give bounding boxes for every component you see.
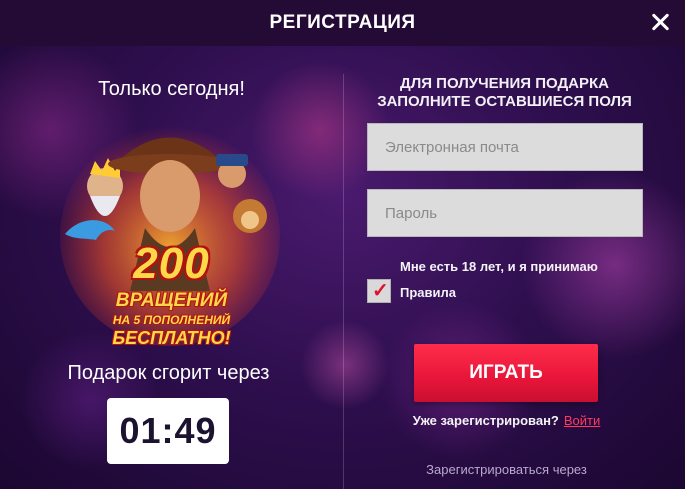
- rules-link[interactable]: Правила: [400, 285, 456, 300]
- form-title-line-2: ЗАПОЛНИТЕ ОСТАВШИЕСЯ ПОЛЯ: [377, 93, 632, 110]
- bonus-badge: 200 ВРАЩЕНИЙ НА 5 ПОПОЛНЕНИЙ БЕСПЛАТНО!: [0, 242, 343, 349]
- expires-label: Подарок сгорит через: [67, 362, 270, 384]
- already-registered-text: Уже зарегистрирован?: [412, 413, 559, 428]
- checkmark-icon: ✓: [372, 280, 389, 302]
- already-registered: Уже зарегистрирован? Войти: [344, 413, 669, 428]
- register-via-label: Зарегистрироваться через: [426, 462, 587, 477]
- registration-modal: РЕГИСТРАЦИЯ Только сегодня! 200 ВРАЩЕНИЙ…: [0, 0, 685, 489]
- login-link[interactable]: Войти: [564, 413, 600, 428]
- form-title-line-1: ДЛЯ ПОЛУЧЕНИЯ ПОДАРКА: [400, 75, 609, 92]
- bonus-count: 200: [133, 239, 210, 288]
- form-title: ДЛЯ ПОЛУЧЕНИЯ ПОДАРКА ЗАПОЛНИТЕ ОСТАВШИЕ…: [344, 75, 665, 111]
- bonus-free-label: БЕСПЛАТНО!: [112, 328, 231, 348]
- promo-panel: Только сегодня! 200 ВРАЩЕНИЙ НА 5 ПОПОЛН…: [0, 46, 343, 489]
- email-field[interactable]: [367, 123, 643, 171]
- close-icon[interactable]: [649, 11, 671, 33]
- promo-title: Только сегодня!: [98, 78, 245, 100]
- terms-checkbox[interactable]: ✓: [367, 279, 391, 303]
- password-field[interactable]: [367, 189, 643, 237]
- modal-header: РЕГИСТРАЦИЯ: [0, 0, 685, 46]
- play-button[interactable]: ИГРАТЬ: [414, 344, 598, 402]
- bonus-deposits-label: НА 5 ПОПОЛНЕНИЙ: [112, 313, 231, 327]
- modal-title: РЕГИСТРАЦИЯ: [269, 12, 416, 33]
- bonus-spins-label: ВРАЩЕНИЙ: [115, 290, 228, 311]
- countdown-timer: 01:49: [107, 398, 229, 464]
- registration-form: ДЛЯ ПОЛУЧЕНИЯ ПОДАРКА ЗАПОЛНИТЕ ОСТАВШИЕ…: [344, 46, 685, 489]
- age-consent-text: Мне есть 18 лет, и я принимаю: [400, 259, 598, 274]
